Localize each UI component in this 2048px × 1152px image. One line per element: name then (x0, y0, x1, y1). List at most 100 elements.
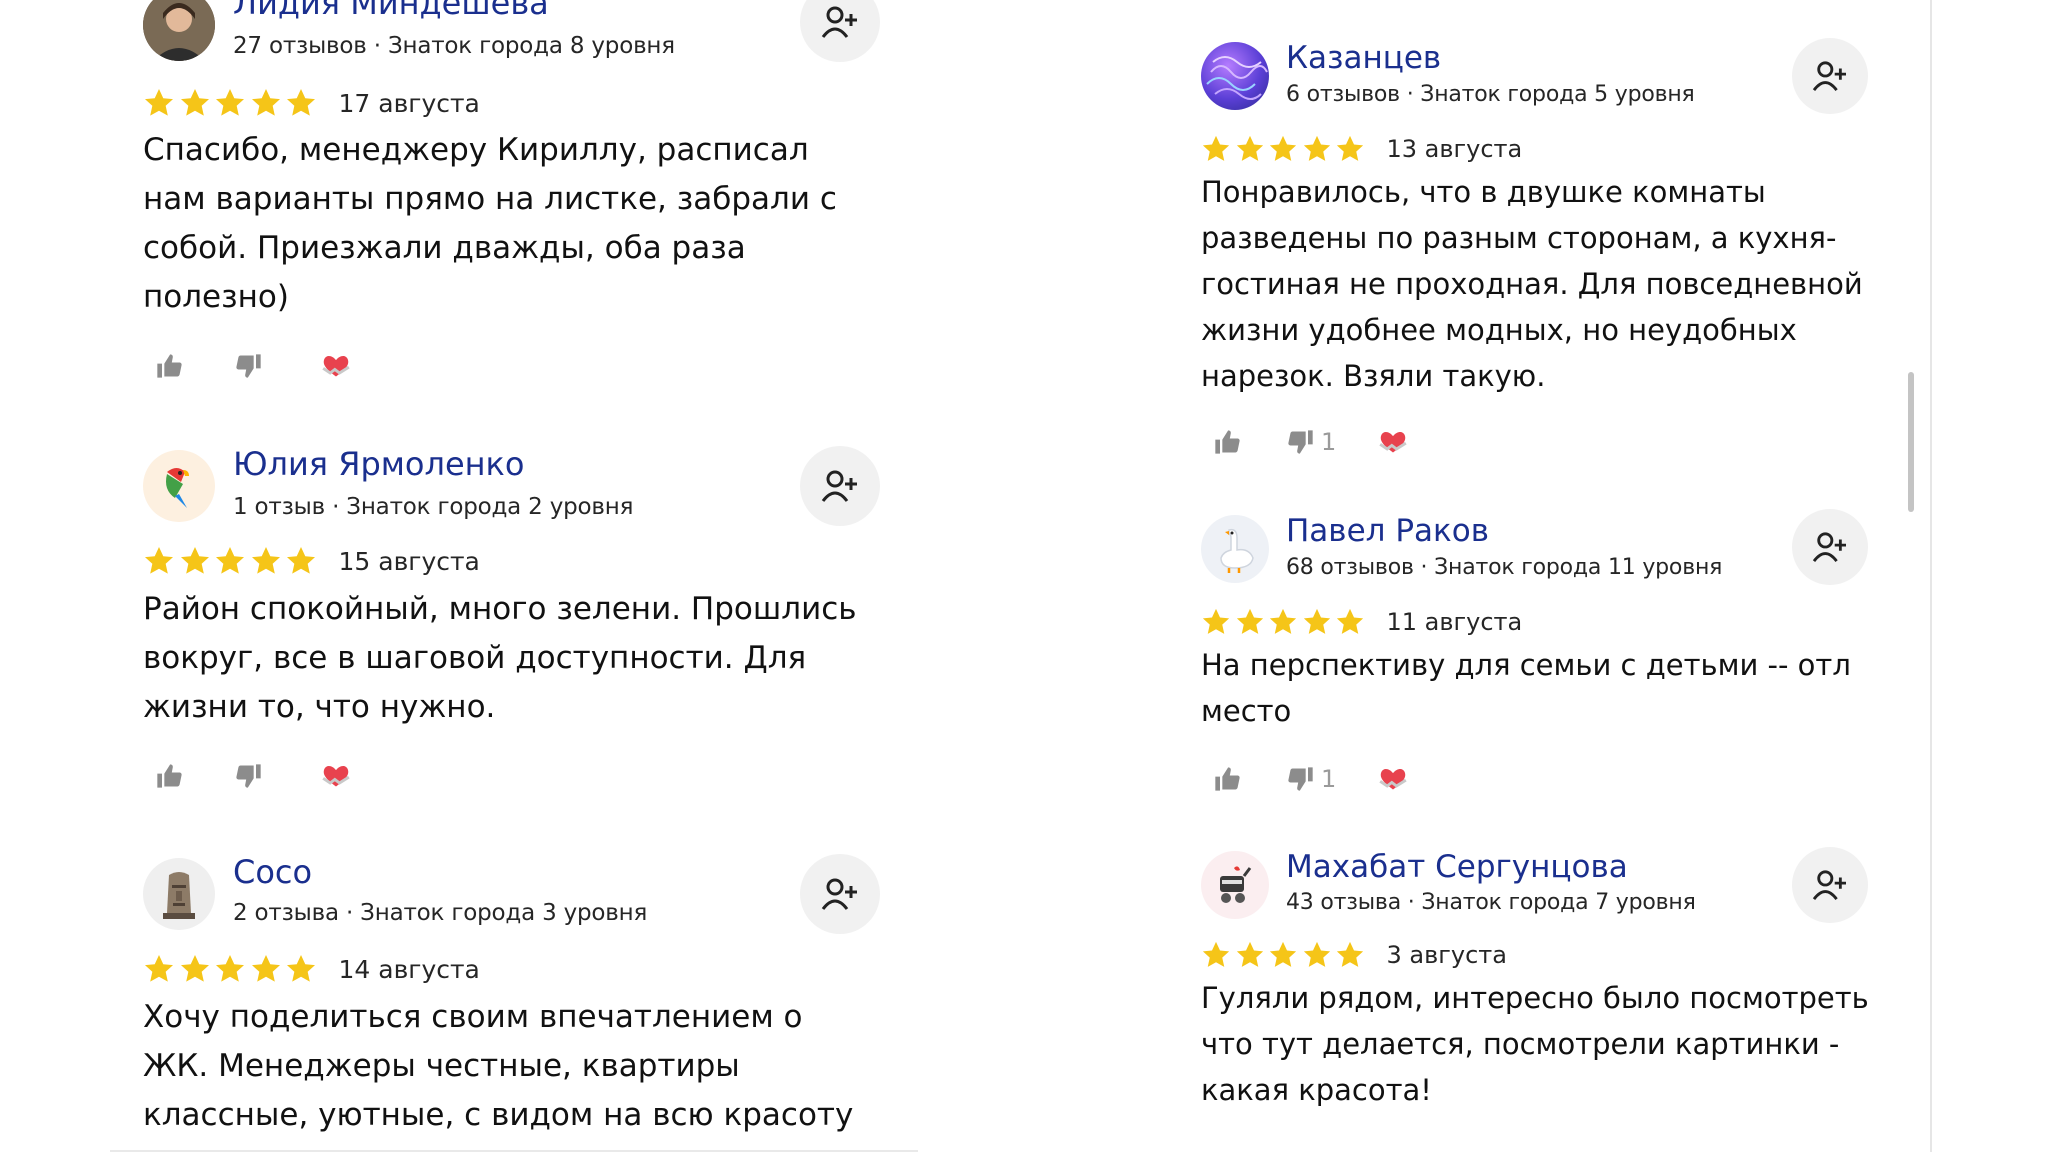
rating-stars (143, 87, 321, 119)
rating-row: 11 августа (1201, 604, 1522, 640)
review-date: 15 августа (338, 546, 480, 576)
review-text: На перспективу для семьи с детьми -- отл… (1201, 648, 1851, 728)
star-icon (1202, 941, 1230, 967)
moai-avatar[interactable] (143, 858, 215, 930)
review-text: Спасибо, менеджеру Кириллу, расписал нам… (143, 132, 837, 315)
star-icon (251, 955, 280, 982)
review-date: 17 августа (338, 88, 480, 118)
review-actions (155, 348, 353, 384)
review-author-link[interactable]: Павел Раков (1286, 511, 1489, 551)
star-icon (1202, 608, 1230, 634)
review-author-meta: 68 отзывов · Знаток города 11 уровня (1286, 555, 1723, 580)
dislike-count: 1 (1321, 428, 1337, 456)
star-icon (180, 547, 209, 574)
reaction-button[interactable] (319, 352, 353, 380)
review-card: Coco 2 отзыва · Знаток города 3 уровня 1… (143, 853, 883, 1152)
star-icon (216, 955, 244, 982)
purple-pattern-avatar[interactable] (1201, 42, 1269, 110)
thumbs-down-icon (236, 764, 261, 788)
star-icon (1269, 135, 1297, 161)
star-icon (1236, 608, 1263, 634)
star-icon (1269, 608, 1297, 634)
review-date: 11 августа (1386, 608, 1523, 636)
dislike-count: 1 (1321, 765, 1337, 793)
star-icon (251, 89, 280, 116)
star-icon (1202, 135, 1230, 161)
review-card: Павел Раков 68 отзывов · Знаток города 1… (1201, 509, 1901, 815)
reaction-button[interactable] (319, 762, 353, 790)
handshake-heart-icon (1379, 432, 1407, 453)
review-date: 3 августа (1386, 941, 1507, 969)
thumbs-down-icon (1288, 430, 1313, 454)
like-button[interactable] (155, 762, 183, 790)
review-card: Махабат Сергунцова 43 отзыва · Знаток го… (1201, 847, 1901, 1152)
review-actions: 1 (1213, 424, 1410, 460)
subscribe-button[interactable] (1792, 38, 1868, 114)
star-icon (1303, 135, 1330, 161)
star-icon (287, 547, 315, 574)
star-icon (287, 955, 315, 982)
add-user-icon (1812, 870, 1846, 901)
review-author-link[interactable]: Казанцев (1286, 38, 1441, 78)
star-icon (145, 547, 173, 574)
subscribe-button[interactable] (800, 0, 880, 62)
star-icon (145, 955, 173, 982)
handshake-heart-icon (1379, 769, 1407, 790)
subscribe-button[interactable] (1792, 509, 1868, 585)
scrollbar-thumb[interactable] (1908, 372, 1914, 512)
star-icon (216, 89, 244, 116)
add-user-icon (821, 6, 857, 38)
star-icon (1303, 941, 1330, 967)
review-author-link[interactable]: Coco (233, 852, 312, 892)
subscribe-button[interactable] (800, 446, 880, 526)
rating-row: 14 августа (143, 951, 480, 987)
dislike-button[interactable] (235, 762, 263, 790)
review-author-meta: 2 отзыва · Знаток города 3 уровня (233, 900, 648, 926)
like-button[interactable] (155, 352, 183, 380)
thumbs-up-icon (157, 764, 182, 788)
star-icon (1236, 135, 1263, 161)
dislike-button[interactable]: 1 (1287, 765, 1336, 793)
review-author-link[interactable]: Махабат Сергунцова (1286, 847, 1628, 887)
review-date: 13 августа (1386, 135, 1523, 163)
thumbs-up-icon (157, 354, 182, 378)
star-icon (1336, 608, 1364, 634)
handshake-heart-icon (322, 766, 350, 787)
dislike-button[interactable]: 1 (1287, 428, 1336, 456)
star-icon (216, 547, 244, 574)
subscribe-button[interactable] (800, 854, 880, 934)
stroller-avatar[interactable] (1201, 851, 1269, 919)
rating-stars (1201, 607, 1369, 637)
rating-stars (143, 545, 321, 577)
add-user-icon (1812, 61, 1846, 92)
reaction-button[interactable] (1376, 765, 1410, 793)
add-user-icon (1812, 532, 1846, 563)
dislike-button[interactable] (235, 352, 263, 380)
add-user-icon (821, 878, 857, 910)
review-date: 14 августа (338, 954, 480, 984)
rating-row: 15 августа (143, 543, 480, 579)
review-author-link[interactable]: Юлия Ярмоленко (233, 444, 524, 484)
like-button[interactable] (1213, 765, 1241, 793)
review-author-meta: 43 отзыва · Знаток города 7 уровня (1286, 890, 1696, 915)
review-author-link[interactable]: Лидия Миндешева (233, 0, 549, 23)
review-card: Лидия Миндешева 27 отзывов · Знаток горо… (143, 0, 883, 378)
star-icon (1336, 135, 1364, 161)
parrot-avatar[interactable] (143, 450, 215, 522)
review-text: Гуляли рядом, интересно было посмотреть … (1201, 981, 1869, 1107)
rating-row: 17 августа (143, 85, 480, 121)
thumbs-down-icon (1288, 767, 1313, 791)
subscribe-button[interactable] (1792, 847, 1868, 923)
goose-avatar[interactable] (1201, 515, 1269, 583)
thumbs-down-icon (236, 354, 261, 378)
like-button[interactable] (1213, 428, 1241, 456)
star-icon (1269, 941, 1297, 967)
rating-row: 13 августа (1201, 131, 1522, 167)
reaction-button[interactable] (1376, 428, 1410, 456)
review-author-meta: 6 отзывов · Знаток города 5 уровня (1286, 82, 1695, 107)
person-photo-avatar[interactable] (143, 0, 215, 61)
review-author-meta: 1 отзыв · Знаток города 2 уровня (233, 494, 634, 520)
star-icon (1336, 941, 1364, 967)
star-icon (180, 89, 209, 116)
star-icon (1236, 941, 1263, 967)
